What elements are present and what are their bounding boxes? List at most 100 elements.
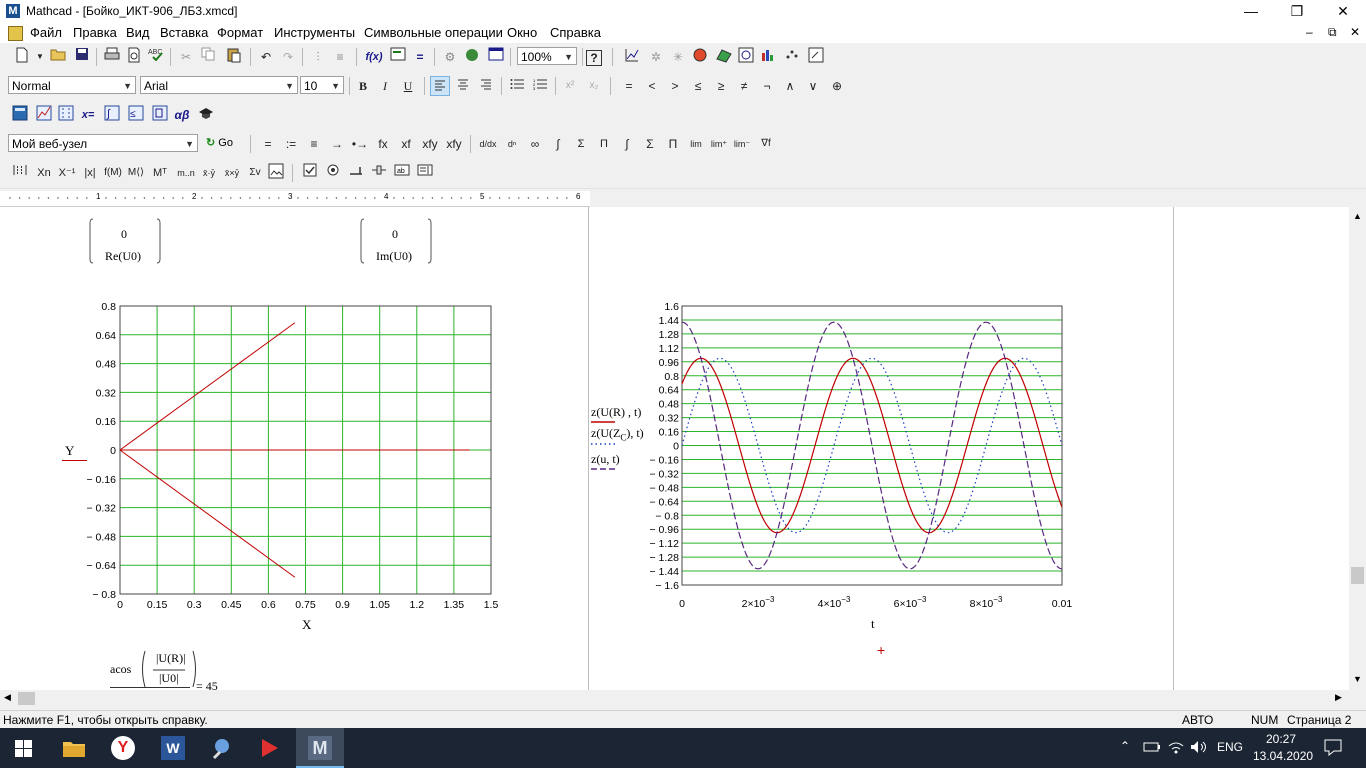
- horizontal-scrollbar[interactable]: ◀ ▶: [0, 690, 1349, 707]
- font-select[interactable]: Arial ▼: [140, 76, 298, 94]
- clock-date[interactable]: 13.04.2020: [1253, 749, 1313, 763]
- calculus-icon[interactable]: ∫: [102, 105, 122, 125]
- result-im-u0[interactable]: 0 Im(U0): [359, 217, 433, 265]
- font-size-select[interactable]: 10 ▼: [300, 76, 344, 94]
- media-player-icon[interactable]: [258, 736, 282, 763]
- zoom-select[interactable]: 100% ▼: [517, 47, 577, 65]
- greater-equal-button[interactable]: ≥: [711, 76, 731, 96]
- new-document-icon[interactable]: [12, 47, 32, 67]
- numbered-list-icon[interactable]: 123: [530, 76, 550, 96]
- left-limit-icon[interactable]: lim⁻: [732, 134, 752, 154]
- volume-icon[interactable]: [1190, 740, 1208, 757]
- checkbox-control-icon[interactable]: [300, 163, 320, 183]
- vertical-scroll-thumb[interactable]: [1351, 567, 1364, 584]
- underline-button[interactable]: U: [398, 76, 418, 96]
- insert-unit-icon[interactable]: [388, 47, 408, 67]
- symbolic-icon[interactable]: [196, 105, 216, 125]
- infix-operator-button[interactable]: xfy: [420, 134, 440, 154]
- vector-field-icon[interactable]: [806, 47, 826, 67]
- scroll-up-icon[interactable]: ▲: [1353, 211, 1362, 221]
- global-define-button[interactable]: ≡: [304, 134, 324, 154]
- cut-icon[interactable]: ✂: [176, 47, 196, 67]
- vector-sum-button[interactable]: Σv: [245, 163, 265, 183]
- subscript-button[interactable]: Xn: [34, 163, 54, 183]
- programming-icon[interactable]: [150, 105, 170, 125]
- resources-icon[interactable]: [462, 47, 482, 67]
- horizontal-scroll-thumb[interactable]: [18, 692, 35, 705]
- acos-formula[interactable]: acos |U(R)| |U0| = 45: [108, 649, 238, 690]
- less-than-button[interactable]: <: [642, 76, 662, 96]
- menu-file[interactable]: Файл: [30, 25, 62, 40]
- mathcad-taskbar-button[interactable]: M: [296, 728, 344, 768]
- paste-icon[interactable]: [224, 47, 244, 67]
- prefix-operator-button[interactable]: fx: [373, 134, 393, 154]
- subscript-icon[interactable]: x₂: [584, 76, 604, 96]
- insert-function-icon[interactable]: f(x): [364, 47, 384, 67]
- infinity-button[interactable]: ∞: [525, 134, 545, 154]
- web-address-select[interactable]: Мой веб-узел ▼: [8, 134, 198, 152]
- cross-product-icon[interactable]: x̄×ȳ: [222, 163, 242, 183]
- postfix-operator-button[interactable]: xf: [396, 134, 416, 154]
- window-icon[interactable]: [486, 47, 506, 67]
- help-icon[interactable]: ?: [586, 50, 602, 66]
- align-left-icon[interactable]: [430, 76, 450, 96]
- matrix-icon[interactable]: [56, 105, 76, 125]
- transpose-button[interactable]: Mᵀ: [150, 163, 170, 183]
- menu-view[interactable]: Вид: [126, 25, 150, 40]
- xor-button[interactable]: ⊕: [827, 76, 847, 96]
- word-icon[interactable]: W: [161, 736, 185, 760]
- document-icon[interactable]: [8, 26, 23, 41]
- definite-integral-button[interactable]: ∫: [548, 134, 568, 154]
- superscript-icon[interactable]: x²: [560, 76, 580, 96]
- dot-product-icon[interactable]: x̄·ȳ: [199, 163, 219, 183]
- open-folder-icon[interactable]: [48, 47, 68, 67]
- scroll-down-icon[interactable]: ▼: [1353, 674, 1362, 684]
- surface-icon[interactable]: [714, 47, 734, 67]
- print-icon[interactable]: [102, 47, 122, 67]
- close-button[interactable]: ✕: [1320, 0, 1366, 23]
- menu-tools[interactable]: Инструменты: [274, 25, 355, 40]
- inverse-button[interactable]: X⁻¹: [57, 163, 77, 183]
- range-sum-button[interactable]: Σ: [640, 134, 660, 154]
- vectorize-icon[interactable]: f(M): [103, 163, 123, 183]
- file-explorer-icon[interactable]: [62, 738, 86, 761]
- align-center-icon[interactable]: [453, 76, 473, 96]
- matrix-column-icon[interactable]: M⟨⟩: [126, 163, 146, 183]
- derivative-icon[interactable]: d/dx: [478, 134, 498, 154]
- bullet-list-icon[interactable]: [507, 76, 527, 96]
- doc-minimize-button[interactable]: –: [1306, 25, 1313, 39]
- symbolic-eval-button[interactable]: →: [327, 134, 347, 154]
- doc-close-button[interactable]: ✕: [1350, 25, 1360, 39]
- treefix-operator-button[interactable]: xfy: [444, 134, 464, 154]
- range-variable-button[interactable]: m..n: [174, 163, 198, 183]
- battery-icon[interactable]: [1143, 740, 1161, 757]
- vertical-scrollbar[interactable]: ▲ ▼: [1349, 207, 1366, 690]
- copy-icon[interactable]: [198, 47, 218, 67]
- menu-symbolics[interactable]: Символьные операции: [364, 25, 503, 40]
- graph-toolbar-icon[interactable]: [622, 47, 642, 67]
- align-down-icon[interactable]: ≡: [330, 47, 350, 67]
- determinant-button[interactable]: |x|: [80, 163, 100, 183]
- go-button[interactable]: ↻ Go: [206, 136, 233, 149]
- insert-matrix-icon[interactable]: [10, 163, 30, 183]
- right-limit-icon[interactable]: lim⁺: [709, 134, 729, 154]
- less-equal-button[interactable]: ≤: [688, 76, 708, 96]
- and-button[interactable]: ∧: [780, 76, 800, 96]
- polar-plot-icon[interactable]: ✲: [646, 47, 666, 67]
- result-re-u0[interactable]: 0 Re(U0): [88, 217, 162, 265]
- globe-icon[interactable]: [690, 47, 710, 67]
- wifi-icon[interactable]: [1167, 740, 1185, 757]
- bold-button[interactable]: B: [353, 76, 373, 96]
- boolean-icon[interactable]: ≤: [126, 105, 146, 125]
- undo-icon[interactable]: ↶: [256, 47, 276, 67]
- align-across-icon[interactable]: ⫶: [308, 47, 328, 67]
- keyword-eval-button[interactable]: •→: [350, 134, 370, 154]
- scatter-plot-icon[interactable]: [782, 47, 802, 67]
- define-button[interactable]: :=: [281, 134, 301, 154]
- menu-help[interactable]: Справка: [550, 25, 601, 40]
- language-indicator[interactable]: ENG: [1217, 740, 1243, 754]
- bar-plot-icon[interactable]: [758, 47, 778, 67]
- graph-icon[interactable]: [34, 105, 54, 125]
- menu-format[interactable]: Формат: [217, 25, 263, 40]
- listbox-control-icon[interactable]: [415, 163, 435, 183]
